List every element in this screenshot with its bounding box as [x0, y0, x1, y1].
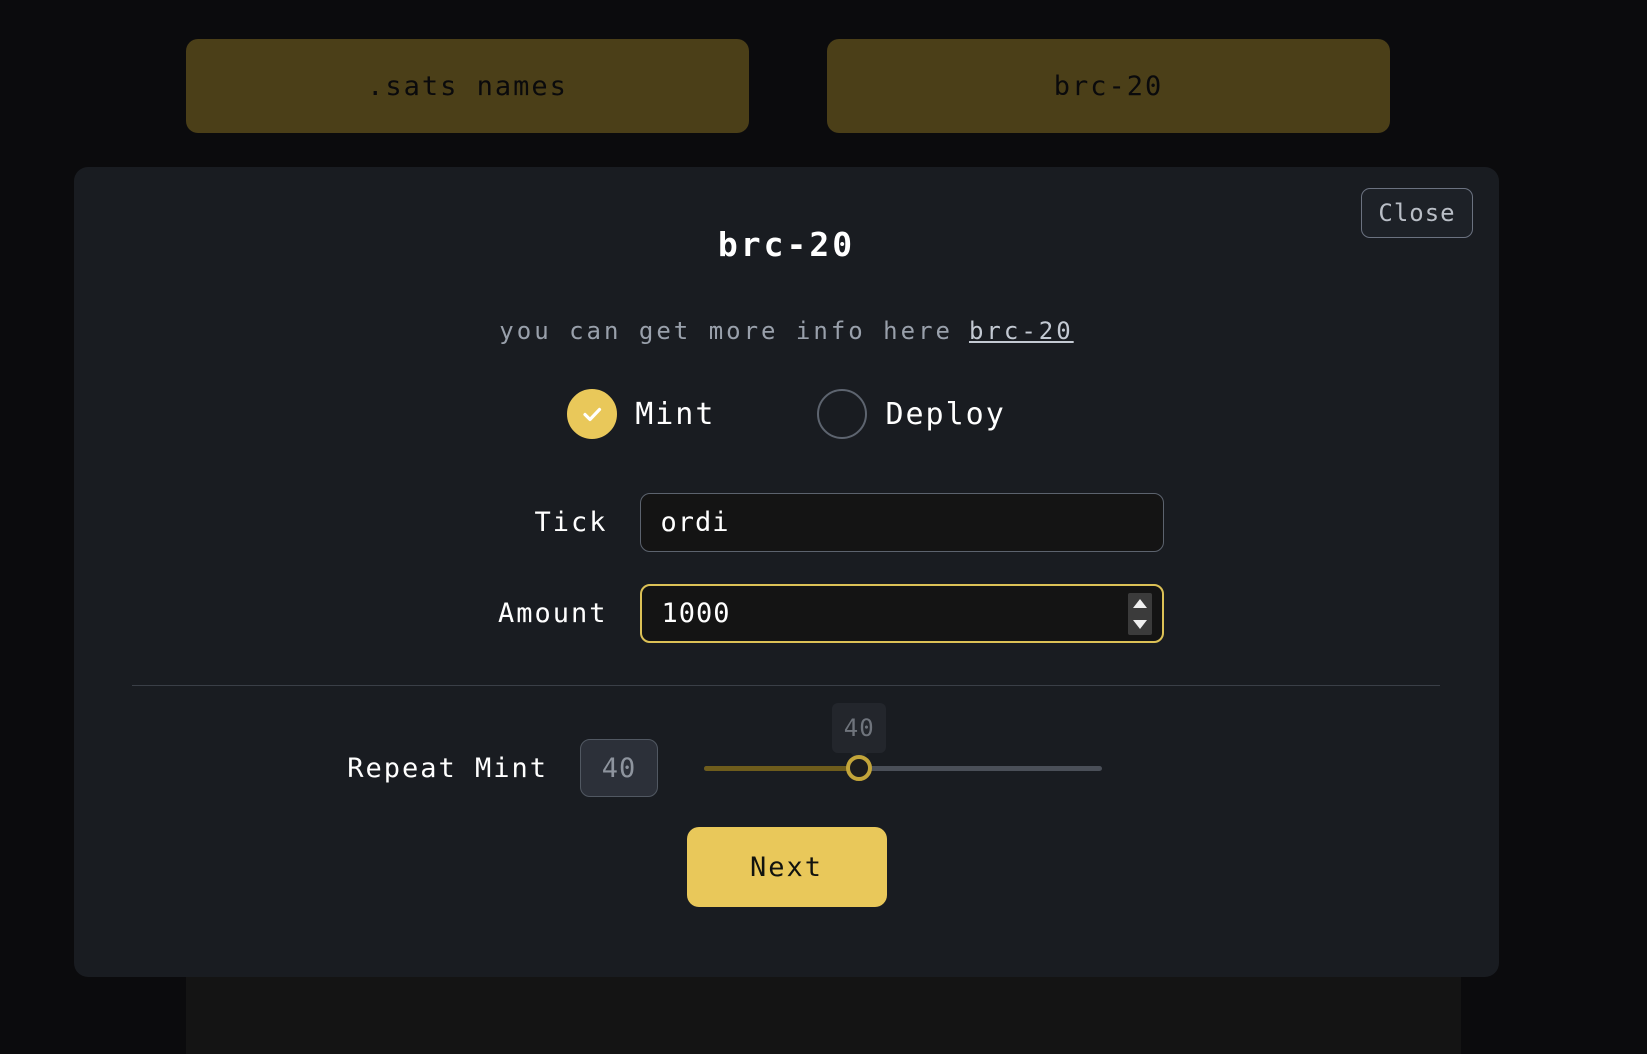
slider-thumb[interactable]	[846, 755, 873, 781]
repeat-mint-value[interactable]: 40	[580, 739, 658, 797]
info-text: you can get more info here	[499, 317, 953, 345]
section-divider	[132, 685, 1440, 686]
tab-brc-20[interactable]: brc-20	[827, 39, 1390, 133]
modal-title: brc-20	[717, 225, 856, 264]
tab-sats-names[interactable]: .sats names	[186, 39, 749, 133]
tab-bar: .sats names brc-20	[186, 39, 1461, 133]
slider-fill	[704, 765, 860, 771]
radio-unchecked-icon[interactable]	[817, 389, 868, 439]
amount-stepper[interactable]	[1127, 592, 1152, 635]
repeat-mint-row: Repeat Mint 40 40	[74, 703, 1499, 797]
amount-input[interactable]	[641, 586, 1162, 641]
tick-input-box[interactable]	[639, 493, 1164, 552]
radio-label-deploy: Deploy	[885, 396, 1006, 432]
brc20-modal: Close brc-20 you can get more info here b…	[74, 167, 1499, 977]
slider-tooltip: 40	[832, 703, 887, 753]
app-root: .sats names brc-20 Close brc-20 you can …	[0, 0, 1647, 1054]
next-button[interactable]: Next	[686, 827, 887, 907]
repeat-mint-label: Repeat Mint	[347, 752, 548, 784]
background-panel	[186, 977, 1461, 1054]
brc20-info-link[interactable]: brc-20	[969, 317, 1074, 345]
repeat-mint-slider[interactable]: 40	[704, 703, 1102, 797]
radio-option-deploy[interactable]: Deploy	[817, 389, 1005, 439]
tick-field-row: Tick	[74, 493, 1499, 552]
mode-radio-group: Mint Deploy	[74, 389, 1499, 439]
tick-label: Tick	[534, 507, 608, 538]
amount-field-row: Amount	[74, 584, 1499, 643]
radio-checked-icon[interactable]	[567, 389, 618, 439]
radio-option-mint[interactable]: Mint	[567, 389, 715, 439]
radio-label-mint: Mint	[635, 396, 716, 432]
amount-input-box[interactable]	[639, 584, 1164, 643]
chevron-down-icon[interactable]	[1132, 619, 1147, 629]
chevron-up-icon[interactable]	[1132, 598, 1147, 608]
info-line: you can get more info here brc-20	[74, 317, 1499, 345]
tick-input[interactable]	[640, 494, 1163, 551]
amount-label: Amount	[497, 598, 608, 629]
